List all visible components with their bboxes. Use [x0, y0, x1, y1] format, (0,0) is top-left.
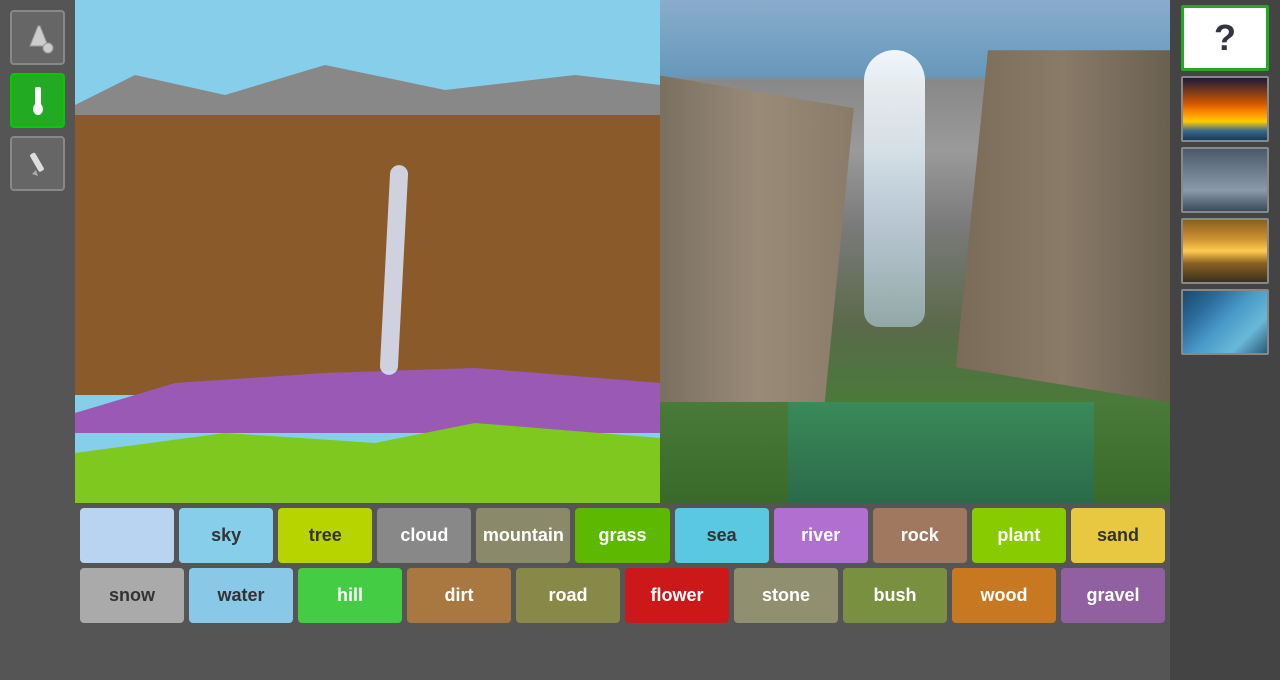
gravel-label-button[interactable]: gravel [1061, 568, 1165, 623]
road-label-button[interactable]: road [516, 568, 620, 623]
label-row-1: sky tree cloud mountain grass sea river … [80, 508, 1165, 563]
flower-label-button[interactable]: flower [625, 568, 729, 623]
empty-slot-button[interactable] [80, 508, 174, 563]
fill-tool-button[interactable] [10, 10, 65, 65]
dice-thumbnail[interactable]: ? [1181, 5, 1269, 71]
rock-label-button[interactable]: rock [873, 508, 967, 563]
right-sidebar: ? [1170, 0, 1280, 680]
sunset-thumbnail[interactable] [1181, 76, 1269, 142]
rock-left [660, 75, 854, 402]
wood-label-button[interactable]: wood [952, 568, 1056, 623]
snow-label-button[interactable]: snow [80, 568, 184, 623]
dirt-label-button[interactable]: dirt [407, 568, 511, 623]
wave-thumbnail[interactable] [1181, 289, 1269, 355]
drawing-canvas[interactable] [75, 0, 660, 503]
waterfall-photo-bg [660, 0, 1170, 503]
label-row-2: snow water hill dirt road flower stone b… [80, 568, 1165, 623]
sky-label-button[interactable]: sky [179, 508, 273, 563]
clouds-thumbnail[interactable] [1181, 147, 1269, 213]
bush-label-button[interactable]: bush [843, 568, 947, 623]
rock-right [956, 50, 1170, 402]
golden-sky-thumbnail[interactable] [1181, 218, 1269, 284]
river-label-button[interactable]: river [774, 508, 868, 563]
reference-photo [660, 0, 1170, 503]
hill-label-button[interactable]: hill [298, 568, 402, 623]
pencil-tool-button[interactable] [10, 136, 65, 191]
mountain-label-button[interactable]: mountain [476, 508, 570, 563]
left-toolbar [0, 0, 75, 680]
stone-label-button[interactable]: stone [734, 568, 838, 623]
brush-tool-button[interactable] [10, 73, 65, 128]
bottom-panel: sky tree cloud mountain grass sea river … [75, 503, 1170, 680]
dirt-layer [75, 115, 660, 395]
tree-label-button[interactable]: tree [278, 508, 372, 563]
main-area: sky tree cloud mountain grass sea river … [75, 0, 1170, 680]
sand-label-button[interactable]: sand [1071, 508, 1165, 563]
sea-label-button[interactable]: sea [675, 508, 769, 563]
water-label-button[interactable]: water [189, 568, 293, 623]
grass-label-button[interactable]: grass [575, 508, 669, 563]
cloud-label-button[interactable]: cloud [377, 508, 471, 563]
canvas-photo-row [75, 0, 1170, 503]
plant-label-button[interactable]: plant [972, 508, 1066, 563]
